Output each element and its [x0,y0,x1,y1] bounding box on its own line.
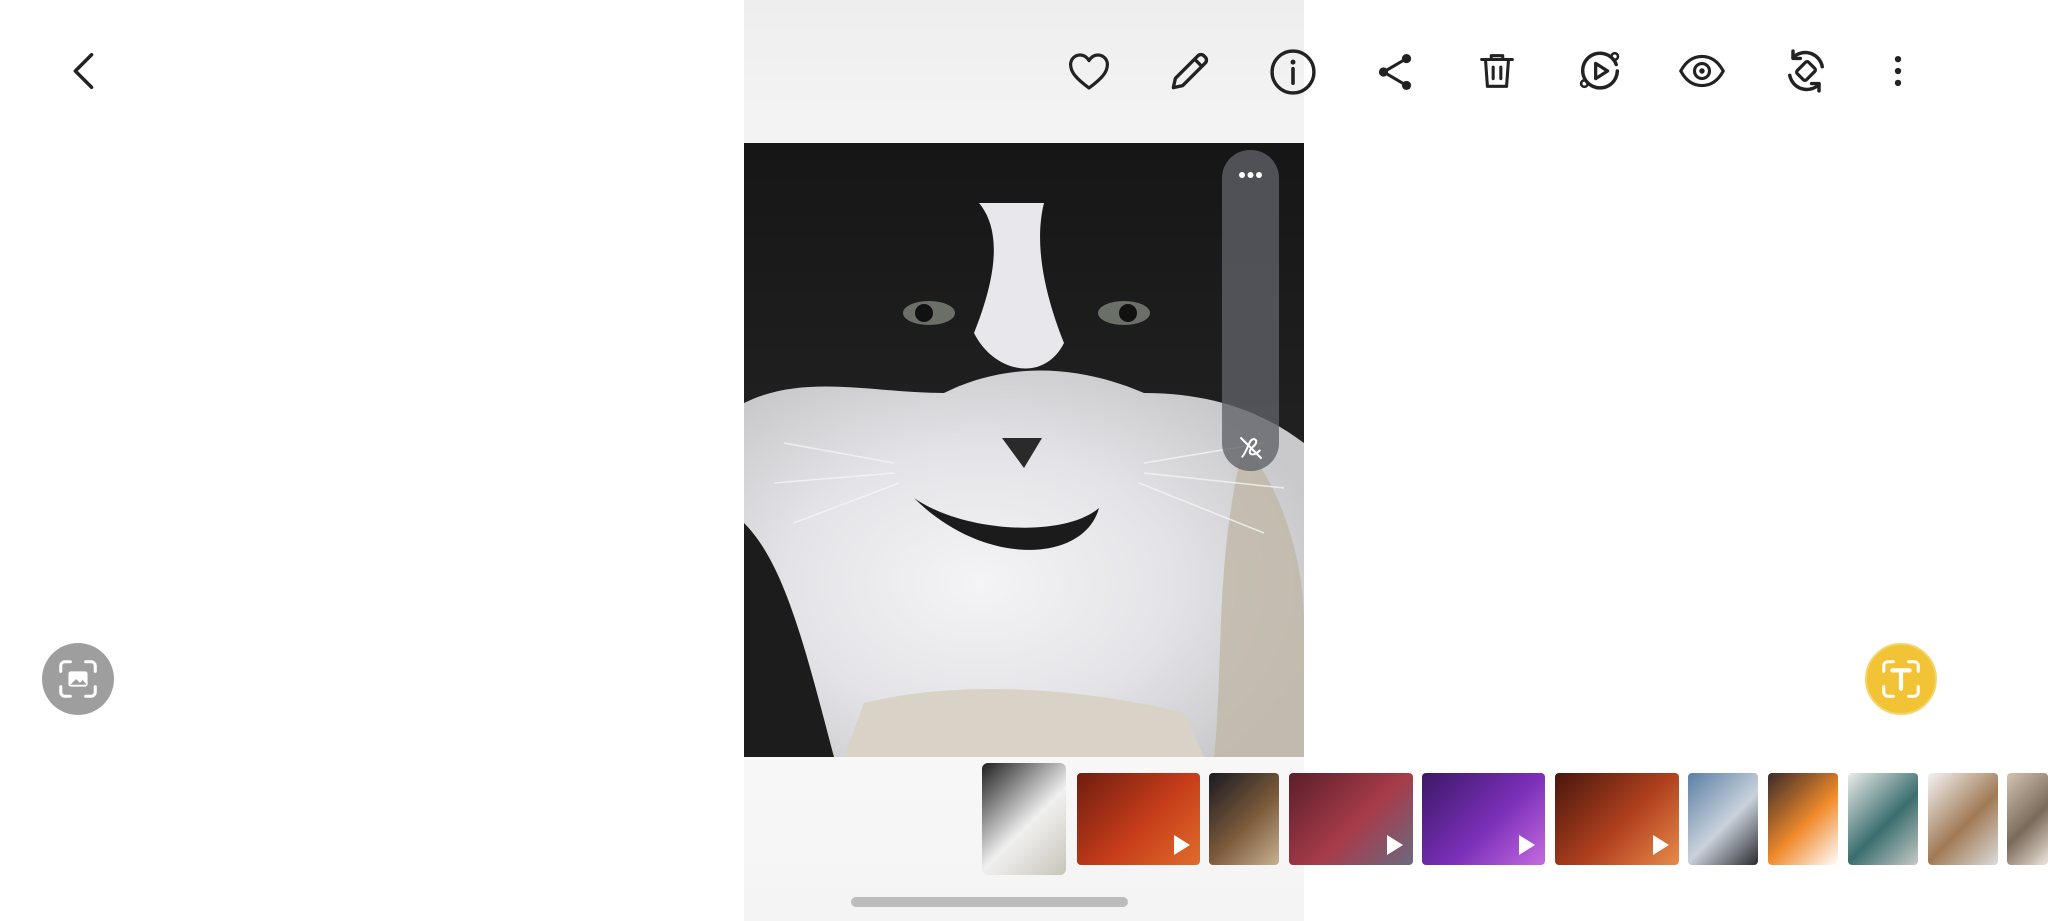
filmstrip-thumbnail[interactable] [1928,773,1998,865]
play-icon [1653,835,1669,855]
cat-photo[interactable] [744,143,1304,757]
more-options-icon[interactable] [1879,46,1917,96]
extract-text-button[interactable] [1865,643,1937,715]
filmstrip-thumbnail[interactable] [2007,773,2048,865]
filmstrip-thumbnail[interactable] [1555,773,1679,865]
remaster-video-icon[interactable] [1574,45,1626,97]
filmstrip-thumbnail[interactable] [1209,773,1279,865]
draw-off-icon[interactable] [1236,433,1266,463]
filmstrip-thumbnail[interactable] [1688,773,1758,865]
cat-image [744,143,1304,757]
play-icon [1174,835,1190,855]
edit-pencil-icon[interactable] [1165,46,1215,96]
share-icon[interactable] [1372,47,1418,97]
view-eye-icon[interactable] [1674,46,1730,96]
rotate-icon[interactable] [1780,45,1832,97]
filmstrip-thumbnail[interactable] [1768,773,1838,865]
play-icon [1387,835,1403,855]
info-icon[interactable] [1266,45,1320,99]
scan-image-icon [55,656,101,702]
delete-icon[interactable] [1474,45,1520,97]
filmstrip-thumbnail[interactable] [1077,773,1200,865]
filmstrip-thumbnail[interactable] [982,763,1066,875]
play-icon [1519,835,1535,855]
filmstrip-thumbnail[interactable] [1289,773,1413,865]
home-indicator[interactable] [851,897,1128,907]
heart-icon[interactable] [1063,47,1115,95]
extract-text-icon [1878,656,1924,702]
filmstrip-thumbnail[interactable] [1422,773,1545,865]
photo-side-panel [1222,150,1279,471]
scan-image-button[interactable] [42,643,114,715]
back-icon[interactable] [58,44,110,98]
more-dots-icon[interactable] [1234,164,1267,186]
filmstrip-thumbnail[interactable] [1848,773,1918,865]
